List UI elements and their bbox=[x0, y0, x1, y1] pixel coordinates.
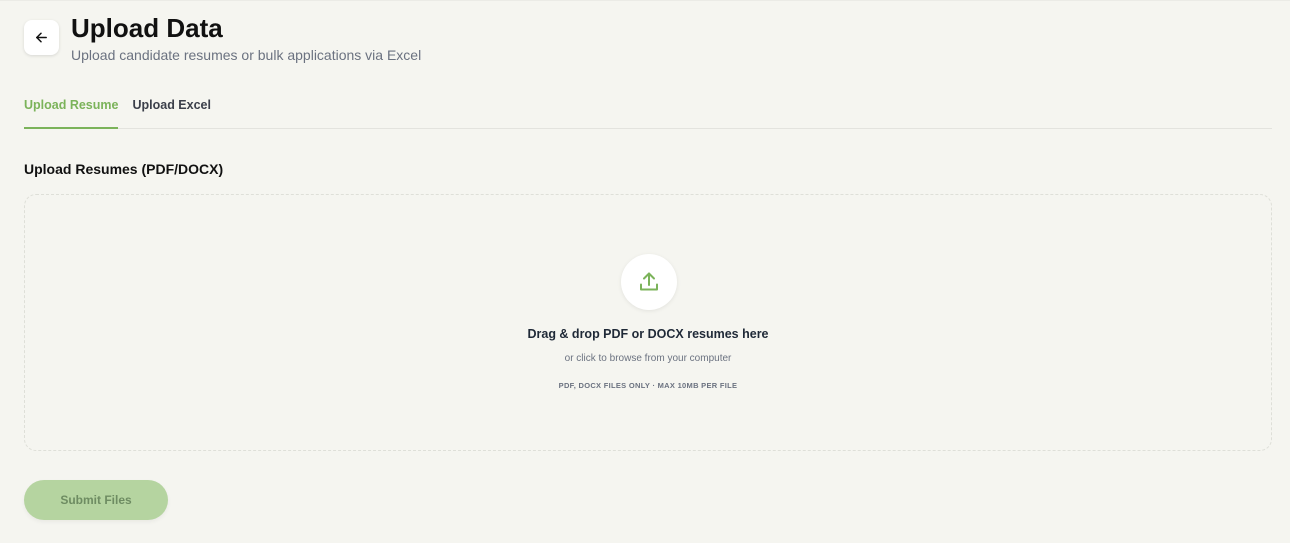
resume-dropzone[interactable]: Drag & drop PDF or DOCX resumes here or … bbox=[24, 194, 1272, 451]
upload-icon bbox=[637, 270, 661, 294]
dropzone-file-hint: PDF, DOCX FILES ONLY · MAX 10MB PER FILE bbox=[558, 381, 738, 390]
upload-tabs: Upload Resume Upload Excel bbox=[24, 97, 1272, 129]
upload-data-page: Upload Data Upload candidate resumes or … bbox=[0, 0, 1290, 543]
tab-upload-excel[interactable]: Upload Excel bbox=[132, 97, 211, 129]
page-subtitle: Upload candidate resumes or bulk applica… bbox=[71, 47, 422, 63]
page-titles: Upload Data Upload candidate resumes or … bbox=[71, 13, 421, 64]
dropzone-browse-text: or click to browse from your computer bbox=[564, 353, 732, 364]
submit-files-button[interactable]: Submit Files bbox=[24, 480, 168, 520]
page-title: Upload Data bbox=[71, 13, 223, 43]
back-button[interactable] bbox=[24, 20, 59, 55]
tab-upload-resume[interactable]: Upload Resume bbox=[24, 97, 119, 129]
dropzone-primary-text: Drag & drop PDF or DOCX resumes here bbox=[527, 327, 769, 341]
upload-icon-container bbox=[621, 254, 677, 310]
arrow-left-icon bbox=[34, 30, 49, 45]
page-header: Upload Data Upload candidate resumes or … bbox=[24, 13, 421, 64]
section-title: Upload Resumes (PDF/DOCX) bbox=[24, 161, 224, 177]
